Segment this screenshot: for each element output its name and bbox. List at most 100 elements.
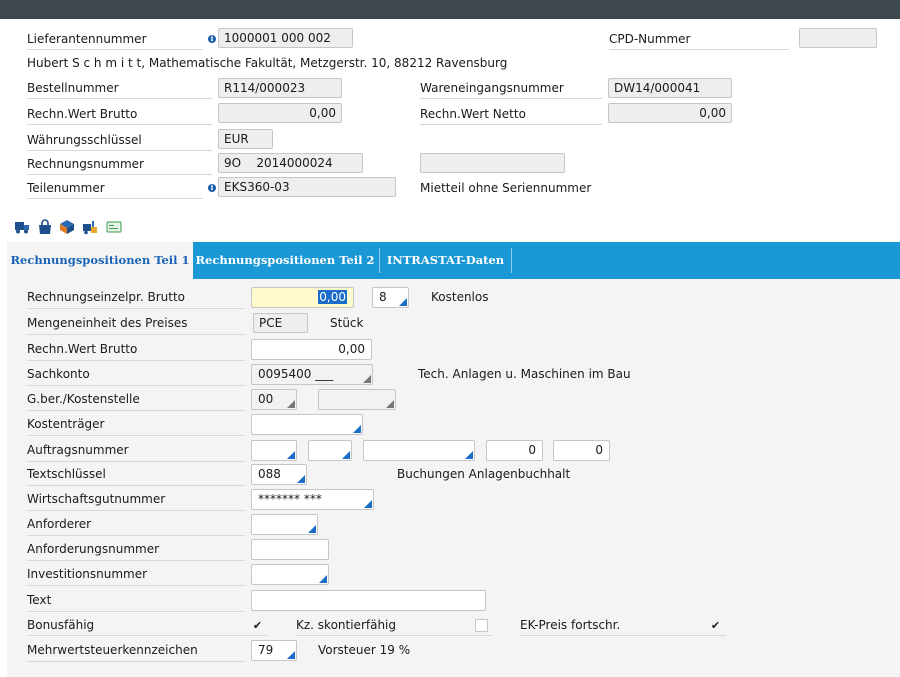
wirtschaft-label: Wirtschaftsgutnummer (27, 492, 166, 506)
wareneingang-field[interactable]: DW14/000041 (608, 78, 732, 98)
bestell-field[interactable]: R114/000023 (218, 78, 342, 98)
ekpreis-checkbox[interactable]: ✔ (709, 619, 722, 632)
underline (27, 98, 212, 99)
tab-separator (379, 248, 380, 273)
underline (27, 560, 245, 561)
underline (296, 635, 492, 636)
auftrag-select-1[interactable] (251, 440, 297, 461)
mengeneinheit-label: Mengeneinheit des Preises (27, 316, 188, 330)
boxes-icon[interactable] (59, 219, 75, 235)
underline (27, 198, 203, 199)
gber-select[interactable]: 00 (251, 389, 297, 410)
auftrag-num-2[interactable]: 0 (553, 440, 610, 461)
einzelpr-value: 0,00 (318, 290, 347, 304)
brutto-body-input[interactable]: 0,00 (251, 339, 372, 360)
wirtschaft-select[interactable]: ******* *** (251, 489, 374, 510)
text-label: Text (27, 593, 52, 607)
underline (520, 635, 726, 636)
auftrag-select-2[interactable] (308, 440, 352, 461)
teil-label: Teilenummer (27, 181, 105, 195)
bonus-checkbox[interactable]: ✔ (251, 619, 264, 632)
lieferant-label: Lieferantennummer (27, 32, 147, 46)
mwst-label: Mehrwertsteuerkennzeichen (27, 643, 198, 657)
netto-label: Rechn.Wert Netto (420, 107, 526, 121)
investition-select[interactable] (251, 564, 329, 585)
cpd-label: CPD-Nummer (609, 32, 691, 46)
brutto-body-label: Rechn.Wert Brutto (27, 342, 138, 356)
tab-rechnungspositionen-1[interactable]: Rechnungspositionen Teil 1 (7, 242, 193, 279)
einzelpr-input[interactable]: 0,00 (251, 287, 354, 308)
underline (27, 635, 267, 636)
bonus-label: Bonusfähig (27, 618, 95, 632)
underline (27, 360, 245, 361)
ekpreis-label: EK-Preis fortschr. (520, 618, 621, 632)
cpd-field[interactable] (799, 28, 877, 48)
bag-icon[interactable] (37, 219, 53, 235)
kostenstelle-select[interactable] (318, 389, 396, 410)
anforderer-label: Anforderer (27, 517, 92, 531)
einzelpr-code-select[interactable]: 8 (372, 287, 409, 308)
bestell-label: Bestellnummer (27, 81, 119, 95)
teil-field[interactable]: EKS360-03 (218, 177, 396, 197)
mengeneinheit-desc: Stück (330, 316, 364, 330)
underline (27, 485, 245, 486)
underline (27, 461, 245, 462)
netto-field[interactable]: 0,00 (608, 103, 732, 123)
underline (27, 334, 245, 335)
brutto-field[interactable]: 0,00 (218, 103, 342, 123)
underline (420, 98, 602, 99)
text-input[interactable] (251, 590, 486, 611)
einzelpr-desc: Kostenlos (431, 290, 489, 304)
investition-label: Investitionsnummer (27, 567, 148, 581)
underline (27, 435, 245, 436)
mwst-desc: Vorsteuer 19 % (318, 643, 411, 657)
underline (27, 510, 245, 511)
auftrag-label: Auftragsnummer (27, 443, 129, 457)
wareneingang-label: Wareneingangsnummer (420, 81, 564, 95)
rechnung-field[interactable]: 9O 2014000024 (218, 153, 363, 173)
brutto-label: Rechn.Wert Brutto (27, 107, 138, 121)
truck-icon[interactable] (14, 219, 30, 235)
underline (27, 585, 245, 586)
info-icon[interactable]: i (208, 35, 216, 43)
forklift-icon[interactable] (82, 219, 98, 235)
tab-rechnungspositionen-2[interactable]: Rechnungspositionen Teil 2 (195, 242, 375, 279)
kostentraeger-select[interactable] (251, 414, 363, 435)
gber-label: G.ber./Kostenstelle (27, 392, 140, 406)
mengeneinheit-field[interactable]: PCE (253, 313, 308, 333)
card-icon[interactable] (106, 219, 122, 235)
textschluessel-label: Textschlüssel (27, 467, 106, 481)
rechnung-label: Rechnungsnummer (27, 157, 144, 171)
waehrung-field[interactable]: EUR (218, 129, 273, 149)
textschluessel-select[interactable]: 088 (251, 464, 307, 485)
waehrung-label: Währungsschlüssel (27, 133, 142, 147)
lieferant-field[interactable]: 1000001 000 002 (218, 28, 353, 48)
auftrag-num-1[interactable]: 0 (486, 440, 543, 461)
anforderungsnummer-input[interactable] (251, 539, 329, 560)
underline (27, 535, 245, 536)
teil-desc: Mietteil ohne Seriennummer (420, 181, 592, 195)
underline (420, 124, 602, 125)
anforderer-select[interactable] (251, 514, 318, 535)
underline (609, 49, 789, 50)
skonto-checkbox[interactable] (475, 619, 488, 632)
underline (27, 611, 245, 612)
sachkonto-select[interactable]: 0095400 ___ (251, 364, 373, 385)
textschluessel-desc: Buchungen Anlagenbuchhalt (397, 467, 571, 481)
underline (27, 124, 212, 125)
underline (27, 661, 245, 662)
sachkonto-label: Sachkonto (27, 367, 90, 381)
address-text: Hubert S c h m i t t, Mathematische Faku… (27, 56, 508, 70)
underline (27, 150, 212, 151)
underline (27, 308, 245, 309)
header-panel: Lieferantennummer i 1000001 000 002 CPD-… (0, 19, 900, 239)
auftrag-select-3[interactable] (363, 440, 475, 461)
underline (27, 385, 245, 386)
tab-bar: Rechnungspositionen Teil 1 Rechnungsposi… (7, 242, 900, 279)
window-title-bar (0, 0, 900, 19)
info-icon[interactable]: i (208, 184, 216, 192)
skonto-label: Kz. skontierfähig (296, 618, 397, 632)
tab-intrastat[interactable]: INTRASTAT-Daten (383, 242, 508, 279)
mwst-select[interactable]: 79 (251, 640, 297, 661)
rechnung-extra-field[interactable] (420, 153, 565, 173)
